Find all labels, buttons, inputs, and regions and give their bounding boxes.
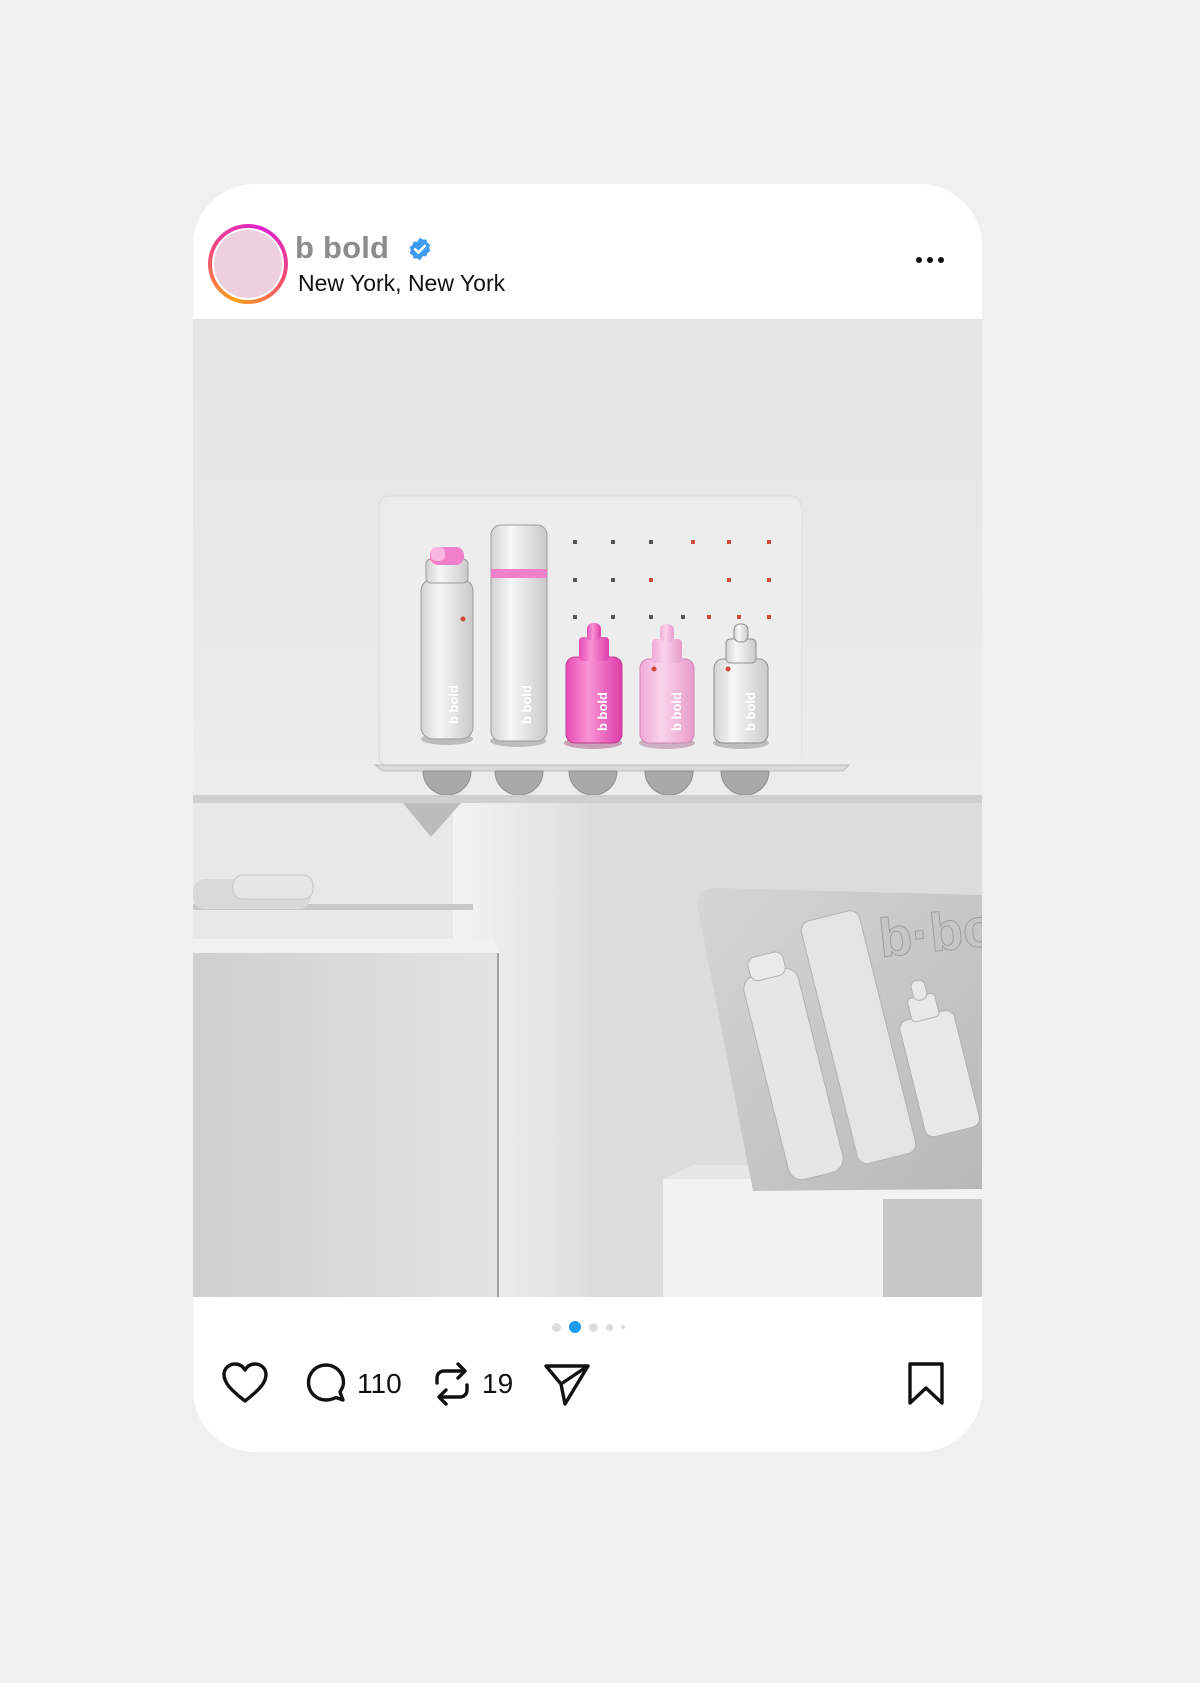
carousel-dot[interactable] (606, 1323, 613, 1331)
verified-badge-icon (409, 237, 431, 261)
more-dot (927, 257, 933, 263)
avatar[interactable] (212, 228, 284, 300)
like-button[interactable] (221, 1361, 269, 1405)
post-actions: 110 19 (193, 1349, 982, 1419)
bookmark-icon (908, 1362, 944, 1405)
more-dot (916, 257, 922, 263)
product-photo: b bold b bold b bold b bold b bold b·bol… (193, 319, 982, 1297)
reposts-count: 19 (482, 1368, 514, 1399)
post-image[interactable]: b bold b bold b bold b bold b bold b·bol… (193, 319, 982, 1297)
bottle-label: b bold (446, 685, 461, 724)
post-header: b bold New York, New York (193, 184, 982, 319)
carousel-indicator[interactable] (193, 1320, 982, 1334)
more-dot (938, 257, 944, 263)
save-button[interactable] (905, 1361, 947, 1407)
carousel-dot-active[interactable] (569, 1321, 581, 1333)
carousel-dot[interactable] (552, 1322, 561, 1332)
bottle-label: b bold (595, 692, 610, 731)
repost-button[interactable]: 19 (430, 1361, 513, 1407)
bottle-label: b bold (669, 692, 684, 731)
carousel-dot[interactable] (589, 1322, 598, 1332)
bottle-label: b bold (519, 685, 534, 724)
comments-count: 110 (357, 1368, 402, 1399)
post-location[interactable]: New York, New York (298, 270, 505, 297)
post-card: b bold New York, New York b bold b bold … (193, 184, 982, 1452)
send-icon (544, 1364, 590, 1406)
carousel-dot[interactable] (621, 1325, 625, 1329)
avatar-story-ring[interactable] (208, 224, 288, 304)
username[interactable]: b bold (295, 230, 389, 266)
heart-icon (222, 1362, 268, 1403)
more-icon[interactable] (916, 252, 952, 268)
share-button[interactable] (543, 1361, 591, 1407)
comment-button[interactable]: 110 (303, 1361, 402, 1407)
repost-icon (435, 1362, 469, 1406)
bottle-label: b bold (743, 692, 758, 731)
comment-icon (306, 1363, 346, 1402)
